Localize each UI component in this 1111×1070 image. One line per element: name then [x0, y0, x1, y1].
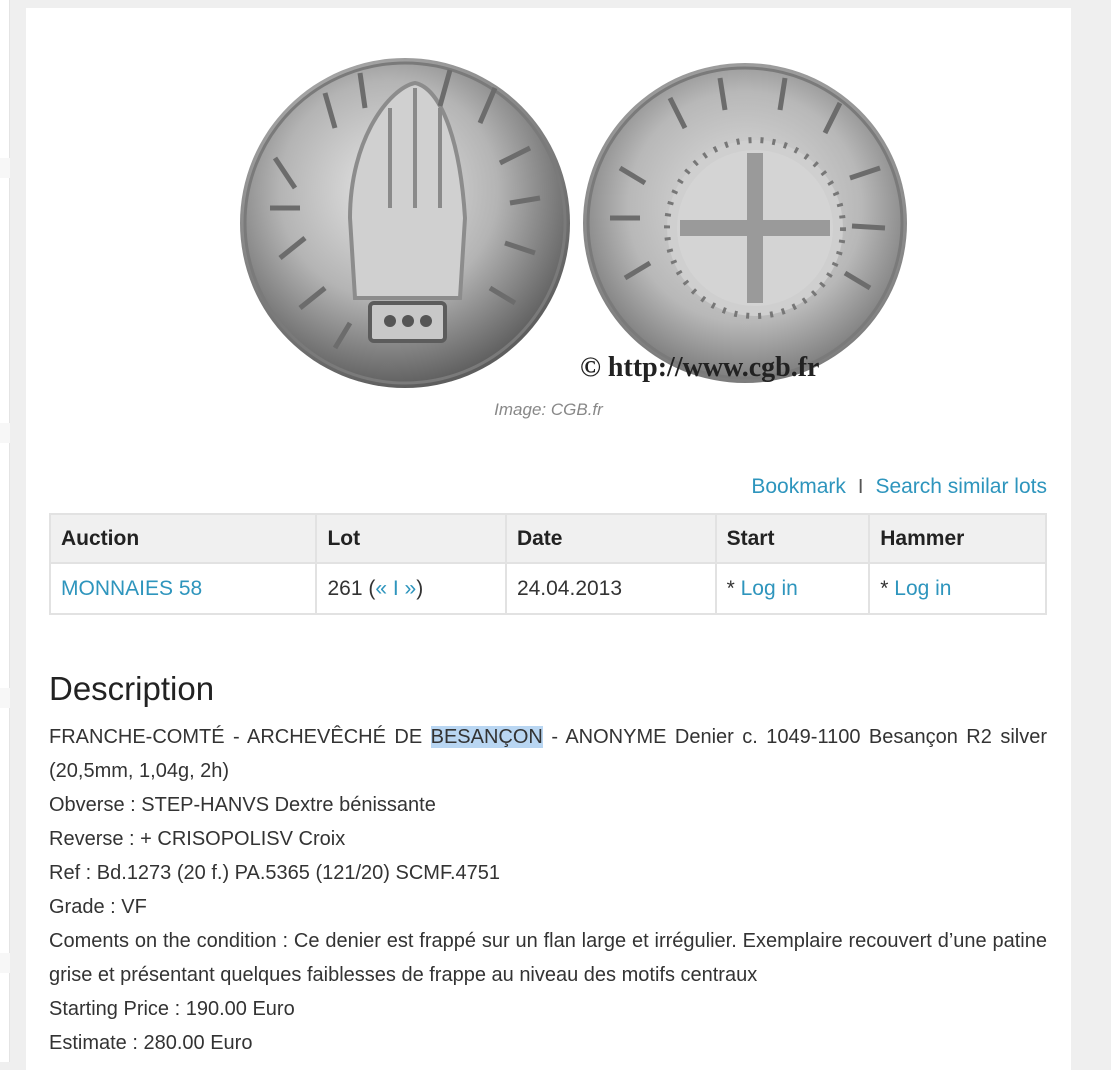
actions-separator: I	[857, 475, 864, 498]
left-panel-strip	[0, 0, 10, 1062]
next-lot-link[interactable]: »	[405, 577, 417, 600]
start-prefix: *	[726, 576, 741, 600]
left-panel-segment	[0, 443, 10, 688]
left-panel-segment	[0, 178, 10, 423]
description-heading: Description	[49, 670, 215, 707]
description-title-line: FRANCHE-COMTÉ - ARCHEVÊCHÉ DE BESANÇON -…	[49, 720, 1047, 788]
lot-info-table: Auction Lot Date Start Hammer MONNAIES 5…	[48, 513, 1047, 615]
cell-hammer: * Log in	[868, 562, 1047, 615]
cell-date: 24.04.2013	[504, 562, 717, 615]
reverse-line: Reverse : + CRISOPOLISV Croix	[49, 828, 346, 850]
bookmark-link[interactable]: Bookmark	[751, 475, 846, 499]
cell-start: * Log in	[714, 562, 871, 615]
left-panel-segment	[0, 708, 10, 953]
grade-line: Grade : VF	[49, 896, 147, 918]
estimate-line: Estimate : 280.00 Euro	[49, 1032, 253, 1054]
coin-reverse	[583, 63, 907, 383]
coin-obverse	[240, 58, 570, 388]
column-header-lot: Lot	[315, 513, 507, 564]
obverse-line: Obverse : STEP-HANVS Dextre bénissante	[49, 794, 436, 816]
lot-close-paren: )	[416, 576, 424, 600]
reference-line: Ref : Bd.1273 (20 f.) PA.5365 (121/20) S…	[49, 862, 500, 884]
table-row: MONNAIES 58 261 (« I ») 24.04.2013 * Log…	[48, 562, 1047, 615]
description-title-pre: FRANCHE-COMTÉ - ARCHEVÊCHÉ DE	[49, 726, 431, 748]
starting-price-line: Starting Price : 190.00 Euro	[49, 998, 295, 1020]
highlighted-text: BESANÇON	[430, 726, 543, 748]
coin-image[interactable]: © http://www.cgb.fr	[240, 48, 910, 393]
hammer-login-link[interactable]: Log in	[894, 577, 951, 600]
lot-detail-card: © http://www.cgb.fr Image: CGB.fr Bookma…	[26, 8, 1071, 1070]
watermark-text: © http://www.cgb.fr	[580, 352, 819, 383]
column-header-date: Date	[504, 513, 717, 564]
cell-auction: MONNAIES 58	[48, 562, 318, 615]
previous-lot-link[interactable]: «	[375, 577, 387, 600]
lot-nav-separator: I	[387, 576, 405, 600]
auction-link[interactable]: MONNAIES 58	[61, 577, 202, 600]
search-similar-lots-link[interactable]: Search similar lots	[875, 475, 1047, 499]
description-body: FRANCHE-COMTÉ - ARCHEVÊCHÉ DE BESANÇON -…	[49, 720, 1047, 1060]
lot-actions: Bookmark I Search similar lots	[751, 475, 1047, 499]
comments-line: Coments on the condition : Ce denier est…	[49, 930, 1047, 986]
left-panel-segment	[0, 0, 10, 158]
image-caption: Image: CGB.fr	[494, 400, 603, 419]
column-header-auction: Auction	[48, 513, 318, 564]
left-panel-segment	[0, 973, 10, 1062]
start-login-link[interactable]: Log in	[741, 577, 798, 600]
column-header-hammer: Hammer	[868, 513, 1047, 564]
column-header-start: Start	[714, 513, 871, 564]
table-header-row: Auction Lot Date Start Hammer	[48, 513, 1047, 564]
cell-lot: 261 (« I »)	[315, 562, 507, 615]
hammer-prefix: *	[880, 576, 895, 600]
lot-number: 261 (	[327, 576, 376, 600]
